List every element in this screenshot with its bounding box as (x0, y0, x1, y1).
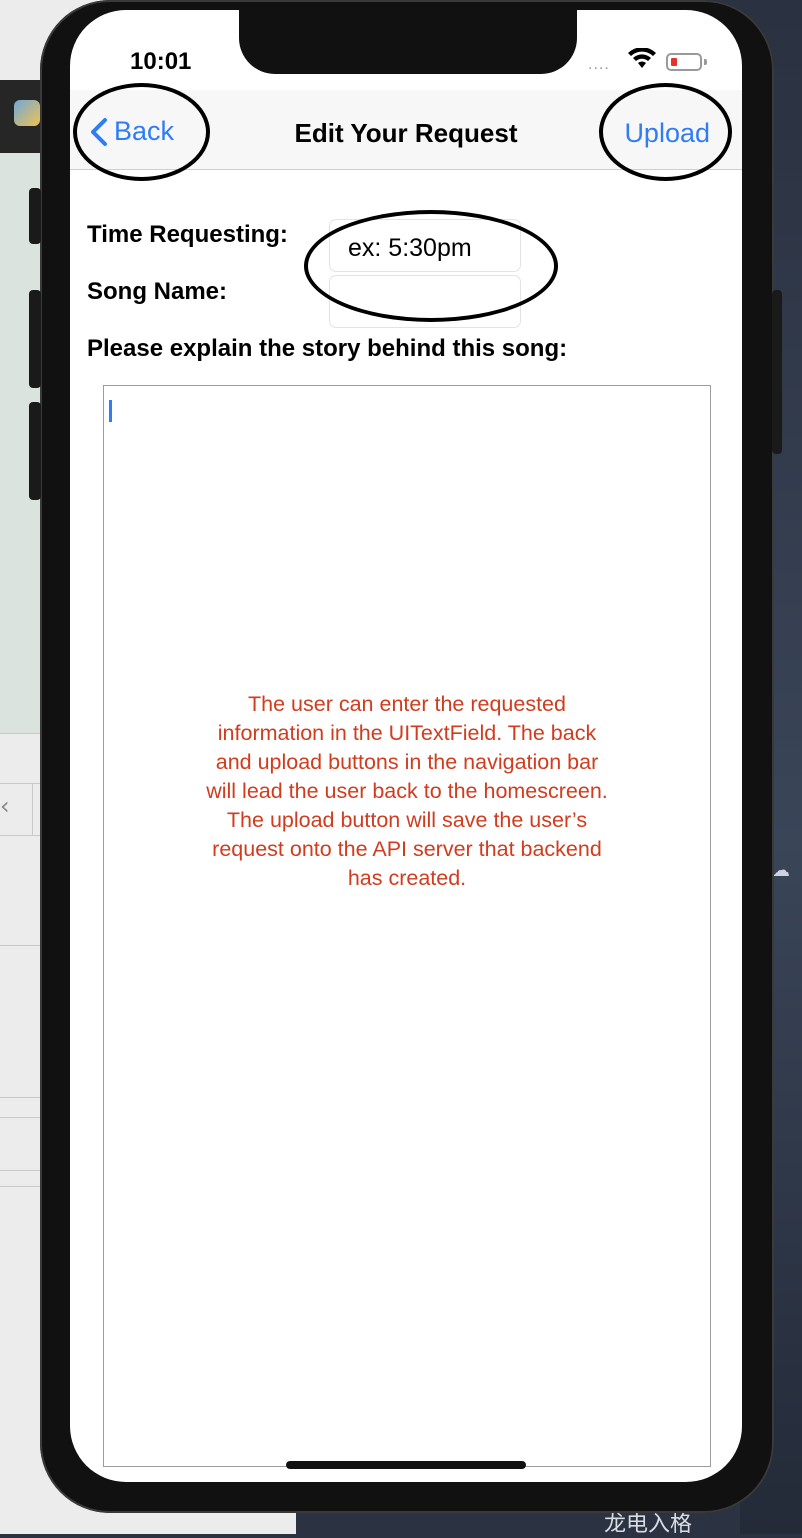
volume-down-button (29, 402, 41, 500)
chevron-left-icon[interactable]: ‹ (0, 792, 10, 820)
annotation-circle-back (73, 83, 210, 181)
battery-level (671, 58, 677, 66)
divider (32, 783, 33, 835)
volume-up-button (29, 290, 41, 388)
text-cursor (109, 400, 112, 422)
status-time: 10:01 (130, 48, 192, 75)
home-indicator[interactable] (286, 1461, 526, 1469)
song-name-label: Song Name: (87, 278, 228, 305)
app-icon (14, 100, 40, 126)
signal-icon: .... (588, 56, 610, 73)
power-button (772, 290, 782, 454)
battery-icon (666, 53, 702, 71)
battery-tip (704, 59, 707, 65)
story-label: Please explain the story behind this son… (87, 335, 568, 362)
cloud-icon: ☁ (772, 860, 790, 881)
annotation-circle-fields (304, 210, 558, 322)
time-requesting-label: Time Requesting: (87, 221, 288, 248)
notch (239, 10, 577, 74)
wifi-icon (628, 48, 656, 68)
story-text-view[interactable]: The user can enter the requested informa… (103, 385, 711, 1467)
annotation-circle-upload (599, 83, 732, 181)
annotation-note: The user can enter the requested informa… (206, 692, 608, 890)
mute-switch (29, 188, 41, 244)
